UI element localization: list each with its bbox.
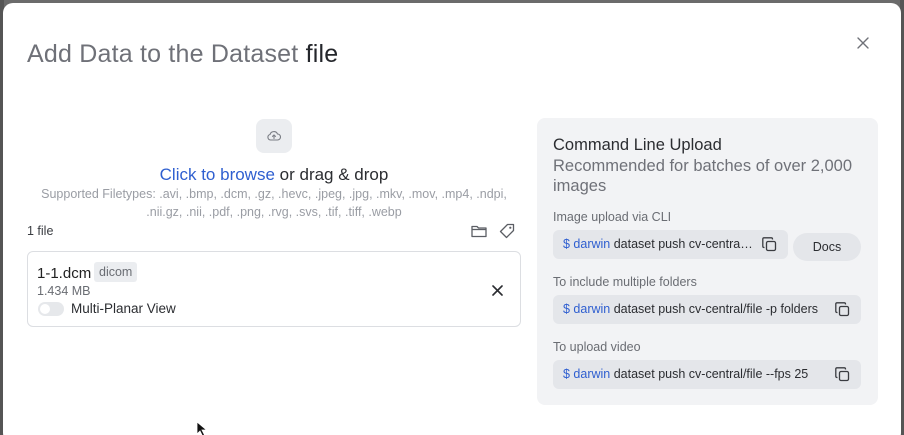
file-card: 1-1.dcm dicom 1.434 MB Multi-Planar View (27, 251, 521, 327)
copy-icon[interactable] (834, 301, 851, 318)
folder-icon[interactable] (470, 222, 488, 240)
cli-command-text: dataset push cv-central/file --fps 25 (610, 367, 809, 381)
cli-command: $ darwin dataset push cv-central/file --… (563, 360, 825, 389)
file-type-badge: dicom (94, 262, 138, 282)
cli-subtitle: Recommended for batches of over 2,000 im… (553, 157, 853, 195)
tag-icon[interactable] (498, 222, 516, 240)
cli-section-label: To include multiple folders (553, 275, 697, 289)
upload-button[interactable] (256, 119, 292, 153)
file-name: 1-1.dcm (37, 265, 92, 282)
modal-title: Add Data to the Dataset file (27, 40, 338, 69)
cli-prompt: $ darwin (563, 302, 611, 316)
close-button[interactable] (852, 32, 874, 54)
remove-file-button[interactable] (488, 281, 506, 299)
file-size: 1.434 MB (37, 284, 91, 298)
cli-command-box[interactable]: $ darwin dataset push cv-central/file (553, 230, 788, 259)
file-count: 1 file (27, 224, 54, 238)
modal-title-prefix: Add Data to the Dataset (27, 40, 299, 68)
copy-icon[interactable] (834, 366, 851, 383)
cli-prompt: $ darwin (563, 237, 611, 251)
cli-command-box[interactable]: $ darwin dataset push cv-central/file -p… (553, 295, 861, 324)
close-icon (857, 37, 869, 49)
cli-command-box[interactable]: $ darwin dataset push cv-central/file --… (553, 360, 861, 389)
dropzone-instructions: Click to browse or drag & drop (27, 165, 521, 185)
cli-section-label: Image upload via CLI (553, 210, 672, 224)
docs-button[interactable]: Docs (793, 233, 861, 261)
supported-filetypes: Supported Filetypes: .avi, .bmp, .dcm, .… (27, 185, 521, 221)
mouse-cursor-icon (196, 421, 208, 435)
cli-command-text: dataset push cv-central/file (610, 237, 753, 251)
modal-title-dataset: file (305, 40, 339, 68)
filetypes-line-2: .nii.gz, .nii, .pdf, .png, .rvg, .svs, .… (146, 205, 402, 219)
cloud-upload-icon (267, 131, 281, 141)
cli-command: $ darwin dataset push cv-central/file -p… (563, 295, 825, 324)
cli-prompt: $ darwin (563, 367, 611, 381)
toggle-knob (40, 304, 50, 314)
filetypes-line-1: Supported Filetypes: .avi, .bmp, .dcm, .… (41, 187, 507, 201)
cli-command-text: dataset push cv-central/file -p folders (610, 302, 818, 316)
cli-command: $ darwin dataset push cv-central/file (563, 230, 753, 259)
cli-section-label: To upload video (553, 340, 641, 354)
drag-drop-text: or drag & drop (274, 165, 389, 184)
multi-planar-label: Multi-Planar View (71, 301, 176, 316)
cli-title: Command Line Upload (553, 136, 722, 154)
browse-link[interactable]: Click to browse (160, 165, 275, 184)
add-data-modal: Add Data to the Dataset file Click to br… (3, 3, 901, 435)
multi-planar-toggle[interactable] (38, 302, 64, 316)
copy-icon[interactable] (761, 236, 778, 253)
cli-upload-panel: Command Line Upload Recommended for batc… (537, 118, 878, 405)
remove-icon (491, 284, 503, 296)
